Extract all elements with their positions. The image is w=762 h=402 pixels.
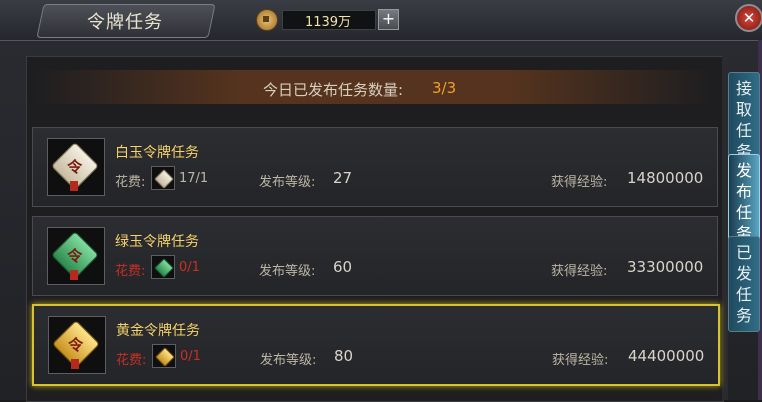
level-label: 发布等级:: [259, 264, 316, 279]
tab-label: 接取任务: [735, 79, 752, 161]
cost-label: 花费:: [115, 264, 146, 279]
task-name: 黄金令牌任务: [116, 323, 200, 339]
exp-label: 获得经验:: [552, 353, 609, 368]
tab-published-tasks[interactable]: 已发任务: [728, 236, 760, 332]
level-value: 60: [333, 258, 353, 276]
published-count-value: 3/3: [432, 79, 457, 97]
task-card-gold[interactable]: 令 黄金令牌任务 花费: 0/1 发布等级: 80 获得经验: 44400000: [32, 304, 720, 386]
tab-label: 已发任务: [735, 243, 752, 325]
close-button[interactable]: ✕: [735, 4, 762, 32]
published-count-label: 今日已发布任务数量:: [263, 81, 404, 99]
cost-label: 花费:: [115, 175, 146, 190]
cost-value: 0/1: [180, 349, 201, 364]
token-slot: 令: [48, 316, 106, 374]
title-bar: 令牌任务 1139万 + ✕: [0, 0, 762, 41]
level-label: 发布等级:: [259, 175, 316, 190]
exp-label: 获得经验:: [551, 175, 608, 190]
level-value: 80: [334, 347, 354, 365]
add-currency-button[interactable]: +: [378, 9, 399, 30]
coin-icon: [256, 9, 278, 31]
tassel-icon: [71, 359, 79, 369]
exp-label: 获得经验:: [551, 264, 608, 279]
window-title: 令牌任务: [87, 12, 163, 33]
exp-value: 14800000: [627, 169, 704, 187]
tassel-icon: [70, 270, 78, 280]
task-card-white-jade[interactable]: 令 白玉令牌任务 花费: 17/1 发布等级: 27 获得经验: 1480000…: [32, 127, 718, 207]
cost-value: 0/1: [179, 260, 200, 275]
cost-label: 花费:: [116, 353, 147, 368]
task-name: 绿玉令牌任务: [115, 234, 199, 250]
token-slot: 令: [47, 138, 105, 196]
tab-label: 发布任务: [735, 161, 752, 243]
level-label: 发布等级:: [260, 353, 317, 368]
currency-amount: 1139万: [304, 15, 352, 30]
tassel-icon: [70, 181, 78, 191]
exp-value: 33300000: [627, 258, 704, 276]
cost-token-icon: [151, 255, 175, 279]
cost-token-icon: [152, 344, 176, 368]
cost-value: 17/1: [179, 171, 209, 186]
token-slot: 令: [47, 227, 105, 285]
task-name: 白玉令牌任务: [115, 145, 199, 161]
level-value: 27: [333, 169, 353, 187]
exp-value: 44400000: [628, 347, 705, 365]
cost-token-icon: [151, 166, 175, 190]
task-card-green-jade[interactable]: 令 绿玉令牌任务 花费: 0/1 发布等级: 60 获得经验: 33300000: [32, 216, 718, 296]
